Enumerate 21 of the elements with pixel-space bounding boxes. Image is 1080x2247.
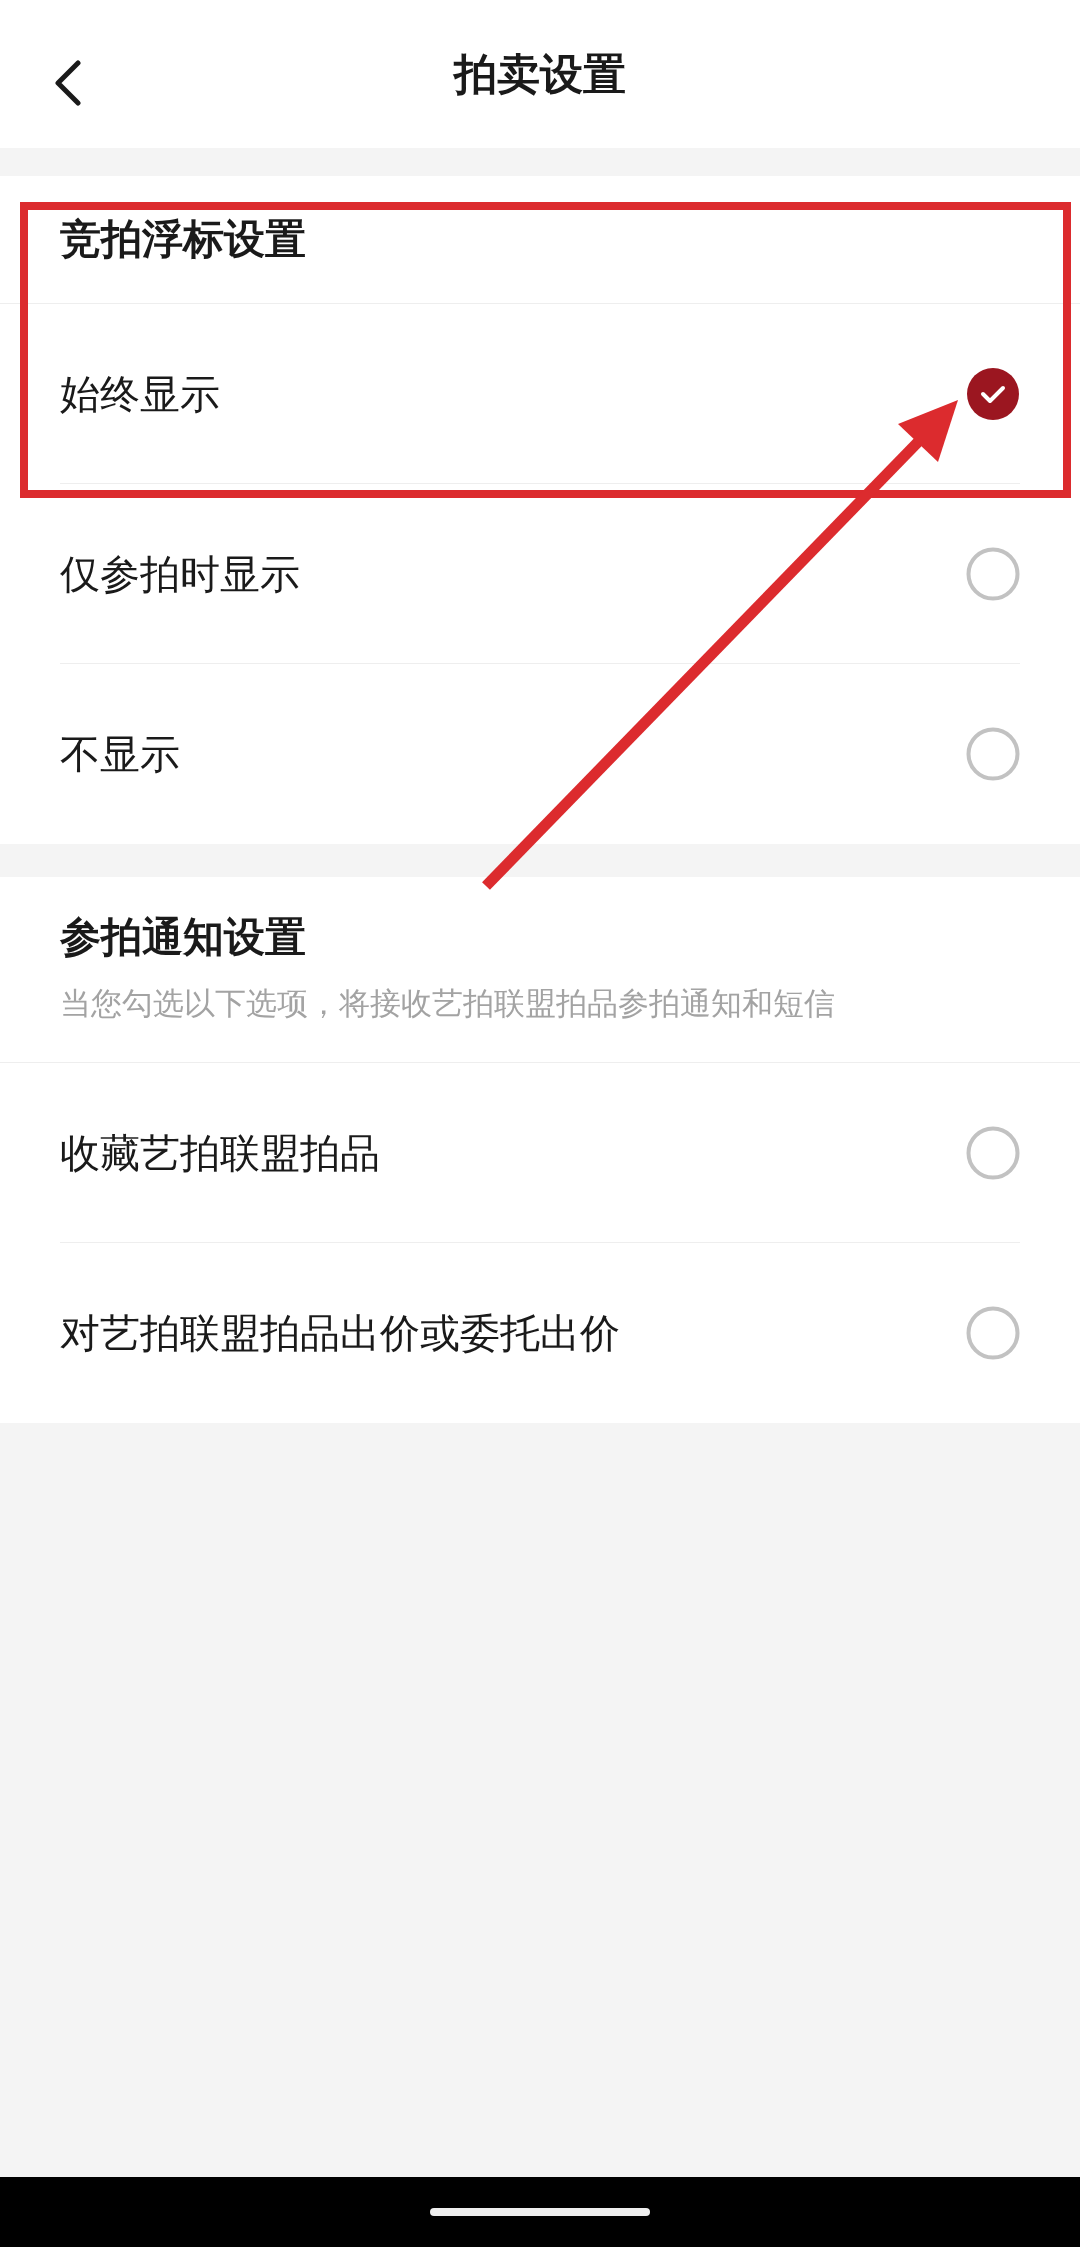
option-row[interactable]: 收藏艺拍联盟拍品 xyxy=(60,1063,1020,1243)
option-row[interactable]: 仅参拍时显示 xyxy=(60,484,1020,664)
option-label: 对艺拍联盟拍品出价或委托出价 xyxy=(60,1309,620,1358)
home-indicator[interactable] xyxy=(430,2208,650,2216)
option-label: 不显示 xyxy=(60,730,180,779)
section-title: 竞拍浮标设置 xyxy=(60,214,307,265)
option-row[interactable]: 对艺拍联盟拍品出价或委托出价 xyxy=(60,1243,1020,1423)
page-title: 拍卖设置 xyxy=(454,47,626,101)
radio-button[interactable] xyxy=(966,1125,1020,1180)
radio-button[interactable] xyxy=(966,1306,1020,1360)
back-icon xyxy=(52,60,82,106)
option-label: 仅参拍时显示 xyxy=(60,549,300,599)
section-title: 参拍通知设置 xyxy=(60,912,307,962)
section-hint: 当您勾选以下选项，将接收艺拍联盟拍品参拍通知和短信 xyxy=(60,983,836,1023)
radio-button[interactable] xyxy=(966,727,1020,781)
back-button[interactable] xyxy=(52,60,82,106)
checked-radio-icon[interactable] xyxy=(966,366,1020,421)
radio-button[interactable] xyxy=(966,546,1020,601)
option-label: 始终显示 xyxy=(60,369,220,419)
option-row[interactable]: 不显示 xyxy=(60,664,1020,844)
option-label: 收藏艺拍联盟拍品 xyxy=(60,1128,380,1178)
